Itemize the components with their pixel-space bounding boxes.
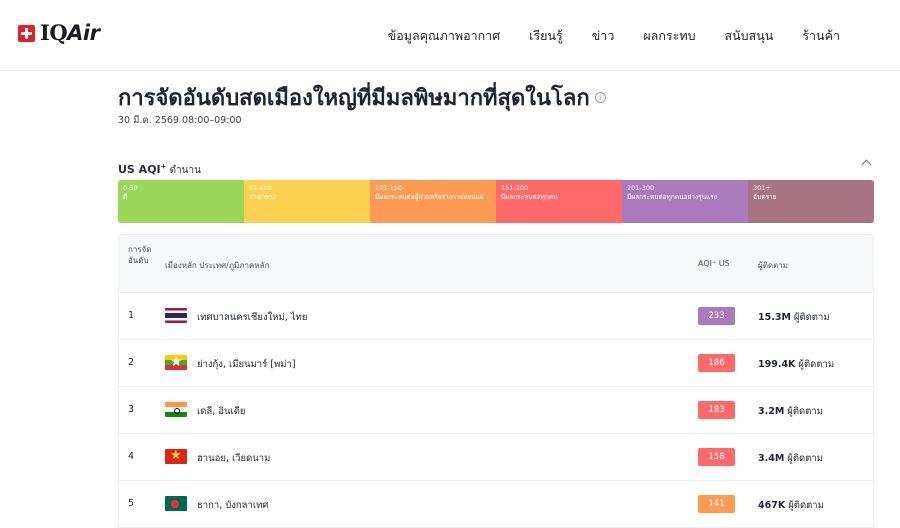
header-rank[interactable]: การจัดอันดับ xyxy=(128,244,158,266)
vietnam-flag-icon xyxy=(165,449,187,464)
nav-learn[interactable]: เรียนรู้ xyxy=(529,26,563,46)
table-row[interactable]: 4 ฮานอย, เวียดนาม 158 3.4Mผู้ติดตาม xyxy=(119,434,873,481)
myanmar-flag-icon xyxy=(165,355,187,370)
followers-cell: 467K ผู้ติดตาม xyxy=(758,500,824,511)
main-nav: ข้อมูลคุณภาพอากาศ เรียนรู้ ข่าว ผลกระทบ … xyxy=(359,0,840,71)
rank-cell: 4 xyxy=(128,451,135,462)
thailand-flag-icon xyxy=(165,308,187,323)
legend-header[interactable]: US AQI+ ตำนาน xyxy=(118,158,874,176)
followers-cell: 3.2M ผู้ติดตาม xyxy=(758,406,823,417)
nav-store[interactable]: ร้านค้า xyxy=(802,26,840,46)
legend-segment-moderate: 51-100 ปานกลาง xyxy=(244,180,370,223)
rank-cell: 2 xyxy=(128,357,135,368)
info-icon[interactable]: i xyxy=(594,92,606,103)
city-link[interactable]: ย่างกุ้ง, เมียนมาร์ [พม่า] xyxy=(197,357,296,372)
site-header: IQAir ข้อมูลคุณภาพอากาศ เรียนรู้ ข่าว ผล… xyxy=(0,0,900,71)
legend-segment-hazardous: 301+ อันตราย xyxy=(748,180,874,223)
aqi-badge: 186 xyxy=(698,354,735,372)
header-city[interactable]: เมืองหลัก ประเทศ/ภูมิภาคหลัก xyxy=(165,259,269,272)
rank-cell: 1 xyxy=(128,310,135,321)
city-link[interactable]: เดลี, อินเดีย xyxy=(197,404,245,419)
legend-segment-unhealthy: 151-200 มีผลกระทบต่อทุกคน xyxy=(496,180,622,223)
header-aqi[interactable]: AQI⁺ US xyxy=(698,259,730,268)
page-title: การจัดอันดับสดเมืองใหญ่ที่มีมลพิษมากที่ส… xyxy=(118,86,590,111)
aqi-badge: 141 xyxy=(698,495,735,513)
legend-segment-sensitive: 101-150 มีผลกระทบต่อผู้ป่วยหรือร่างกายอ่อ… xyxy=(370,180,496,223)
bangladesh-flag-icon xyxy=(165,496,187,511)
table-row[interactable]: 5 ธากา, บังกลาเทศ 141 467K ผู้ติดตาม xyxy=(119,481,873,528)
rank-cell: 3 xyxy=(128,404,135,415)
legend-segment-very-unhealthy: 201-300 มีผลกระทบต่อทุกคนอย่างรุนแรง xyxy=(622,180,748,223)
nav-impact[interactable]: ผลกระทบ xyxy=(643,26,695,46)
aqi-legend-bar: 0-50 ดี 51-100 ปานกลาง 101-150 มีผลกระทบต่อ… xyxy=(118,180,874,223)
followers-cell: 15.3M ผู้ติดตาม xyxy=(758,312,830,323)
title-row: การจัดอันดับสดเมืองใหญ่ที่มีมลพิษมากที่ส… xyxy=(118,80,606,115)
city-link[interactable]: ฮานอย, เวียดนาม xyxy=(197,451,270,466)
swiss-cross-icon xyxy=(18,24,35,42)
ranking-table: การจัดอันดับ เมืองหลัก ประเทศ/ภูมิภาคหลั… xyxy=(118,234,874,528)
logo-text: IQAir xyxy=(40,20,100,45)
table-header: การจัดอันดับ เมืองหลัก ประเทศ/ภูมิภาคหลั… xyxy=(119,235,873,293)
iqair-logo[interactable]: IQAir xyxy=(18,20,100,45)
header-followers[interactable]: ผู้ติดตาม xyxy=(758,259,788,272)
nav-news[interactable]: ข่าว xyxy=(592,26,615,46)
aqi-badge: 183 xyxy=(698,401,735,419)
table-row[interactable]: 1 เทศบาลนครเชียงใหม่, ไทย 233 15.3M ผู้ติ… xyxy=(119,293,873,340)
legend-segment-good: 0-50 ดี xyxy=(118,180,244,223)
aqi-badge: 158 xyxy=(698,448,735,466)
city-link[interactable]: เทศบาลนครเชียงใหม่, ไทย xyxy=(197,310,307,325)
followers-cell: 3.4M ผู้ติดตาม xyxy=(758,453,823,464)
timestamp: 30 มี.ค. 2569 08:00–09:00 xyxy=(118,115,242,126)
rank-cell: 5 xyxy=(128,498,135,509)
nav-air-quality[interactable]: ข้อมูลคุณภาพอากาศ xyxy=(388,26,500,46)
india-flag-icon xyxy=(165,402,187,417)
table-row[interactable]: 2 ย่างกุ้ง, เมียนมาร์ [พม่า] 186 199.4Kผ… xyxy=(119,340,873,387)
table-row[interactable]: 3 เดลี, อินเดีย 183 3.2M ผู้ติดตาม xyxy=(119,387,873,434)
legend-title: US AQI+ ตำนาน xyxy=(118,162,201,176)
city-link[interactable]: ธากา, บังกลาเทศ xyxy=(197,498,268,513)
chevron-up-icon[interactable] xyxy=(861,159,872,170)
nav-support[interactable]: สนับสนุน xyxy=(725,26,774,46)
followers-cell: 199.4K ผู้ติดตาม xyxy=(758,359,835,370)
aqi-badge: 233 xyxy=(698,307,735,325)
